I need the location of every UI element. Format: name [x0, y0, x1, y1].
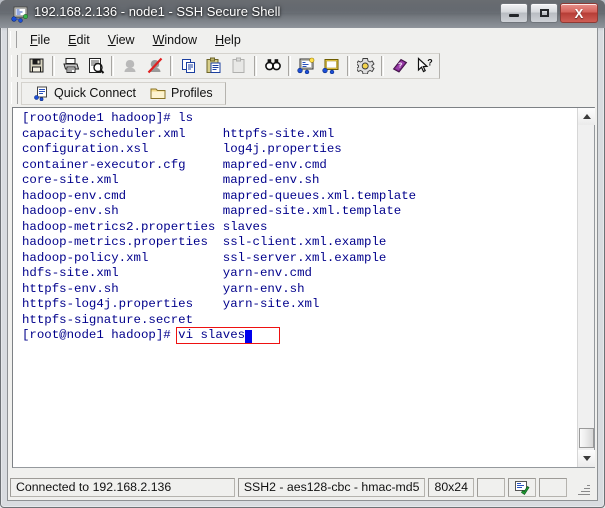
status-bar: Connected to 192.168.2.136 SSH2 - aes128… [8, 476, 597, 500]
menu-item-label: ile [37, 32, 51, 47]
status-encryption-indicator [508, 477, 536, 497]
save-button[interactable] [24, 54, 49, 78]
menu-mnemonic: W [152, 32, 165, 47]
terminal-cursor [245, 329, 253, 343]
terminal-output[interactable]: [root@node1 hadoop]# ls capacity-schedul… [13, 108, 577, 467]
menu-item-help[interactable]: Help [206, 31, 250, 49]
profiles-button[interactable]: Profiles [143, 86, 220, 100]
menu-item-window[interactable]: Window [144, 31, 206, 49]
terminal-scrollbar[interactable] [577, 108, 595, 467]
toolbar: ? ? [8, 51, 597, 80]
menu-item-label: elp [224, 32, 241, 47]
context-help-button[interactable]: ? [412, 54, 437, 78]
copy-icon [181, 59, 195, 73]
print-preview-icon [88, 58, 104, 74]
close-button[interactable]: X [560, 3, 598, 23]
status-spacer-2 [539, 477, 567, 497]
terminal-panel: [root@node1 hadoop]# ls capacity-schedul… [12, 107, 595, 468]
scroll-up-arrow-icon [582, 114, 591, 119]
menu-item-file[interactable]: File [21, 31, 59, 49]
scroll-up-button[interactable] [578, 108, 595, 125]
status-spacer-1 [477, 477, 505, 497]
quick-connect-icon [34, 86, 47, 101]
toolbar-grip[interactable] [11, 54, 18, 77]
print-button[interactable] [58, 54, 83, 78]
help-book-icon: ? [392, 58, 407, 73]
paste-disabled-button [226, 54, 251, 78]
quick-connect-button[interactable]: Quick Connect [27, 86, 143, 101]
paste-icon [206, 57, 220, 73]
profiles-folder-icon [150, 88, 166, 99]
settings-button[interactable] [353, 54, 378, 78]
toolbar-separator-1 [52, 55, 55, 76]
connect-button[interactable] [117, 54, 142, 78]
help-book-button[interactable]: ? [387, 54, 412, 78]
menu-mnemonic: E [68, 32, 77, 47]
menu-mnemonic: F [30, 32, 38, 47]
context-help-icon: ? [417, 57, 433, 73]
status-connection: Connected to 192.168.2.136 [10, 477, 235, 497]
toolbar-separator-6 [347, 55, 350, 76]
scroll-down-arrow-icon [582, 456, 591, 461]
quick-bar-panel: Quick Connect Profiles [21, 81, 226, 105]
toolbar-separator-7 [381, 55, 384, 76]
find-icon [264, 59, 281, 71]
new-file-transfer-icon [322, 59, 339, 74]
menu-item-edit[interactable]: Edit [59, 31, 99, 49]
svg-text:?: ? [427, 58, 433, 68]
minimize-button[interactable] [500, 3, 528, 23]
menu-bar-grip[interactable] [10, 31, 17, 48]
disconnect-button[interactable] [142, 54, 167, 78]
paste-button[interactable] [201, 54, 226, 78]
menu-mnemonic: H [215, 32, 225, 47]
ssh-terminal-icon [11, 6, 28, 23]
toolbar-separator-5 [288, 55, 291, 76]
find-button[interactable] [260, 54, 285, 78]
window-title: 192.168.2.136 - node1 - SSH Secure Shell [34, 4, 281, 19]
disconnect-icon [147, 57, 162, 74]
toolbar-separator-4 [254, 55, 257, 76]
copy-button[interactable] [176, 54, 201, 78]
status-resize-grip[interactable] [570, 477, 592, 497]
maximize-icon [531, 4, 557, 22]
terminal-text: [root@node1 hadoop]# ls capacity-schedul… [22, 111, 417, 342]
menu-item-label: dit [76, 32, 90, 47]
settings-icon [356, 58, 375, 74]
quick-bar-grip[interactable] [11, 82, 18, 104]
new-terminal-button[interactable] [294, 54, 319, 78]
connect-icon [124, 60, 135, 72]
menu-bar: File Edit View Window Help [8, 28, 597, 51]
window-controls: X [500, 3, 598, 24]
ssh-secure-shell-window: 192.168.2.136 - node1 - SSH Secure Shell… [0, 0, 605, 508]
menu-item-label: iew [115, 32, 135, 47]
new-terminal-icon [297, 57, 315, 74]
paste-disabled-icon [232, 57, 244, 73]
toolbar-panel: ? ? [21, 52, 440, 79]
save-icon [29, 58, 44, 73]
status-terminal-size: 80x24 [428, 477, 474, 497]
new-file-transfer-button[interactable] [319, 54, 344, 78]
title-bar[interactable]: 192.168.2.136 - node1 - SSH Secure Shell… [0, 0, 605, 28]
print-icon [62, 58, 79, 73]
client-area: File Edit View Window Help ? ? Quick Con… [7, 28, 598, 501]
quick-connect-bar: Quick Connect Profiles [8, 80, 597, 106]
scroll-down-button[interactable] [578, 450, 595, 467]
profiles-label: Profiles [170, 86, 213, 100]
menu-item-view[interactable]: View [99, 31, 144, 49]
encryption-indicator-icon [515, 480, 530, 495]
close-icon: X [574, 5, 584, 21]
resize-grip-icon [576, 482, 590, 496]
maximize-button[interactable] [530, 3, 558, 23]
menu-item-label: indow [164, 32, 198, 47]
toolbar-separator-2 [111, 55, 114, 76]
scroll-thumb[interactable] [579, 428, 594, 448]
minimize-icon [501, 4, 527, 22]
menu-mnemonic: V [107, 32, 116, 47]
toolbar-separator-3 [170, 55, 173, 76]
svg-text:?: ? [398, 63, 402, 70]
print-preview-button[interactable] [83, 54, 108, 78]
quick-connect-label: Quick Connect [54, 86, 136, 100]
status-cipher: SSH2 - aes128-cbc - hmac-md5 [237, 477, 426, 497]
